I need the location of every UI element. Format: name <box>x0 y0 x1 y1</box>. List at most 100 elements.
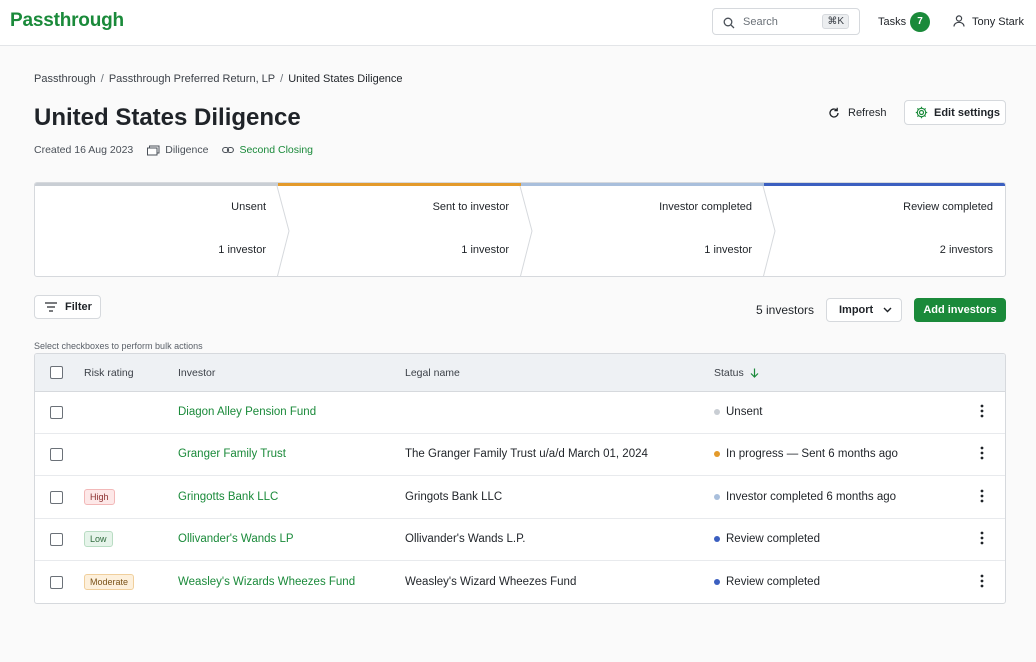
pipeline-stage-count: 1 investor <box>218 244 266 256</box>
pipeline-stage-bar <box>35 183 278 186</box>
bulk-actions-hint: Select checkboxes to perform bulk action… <box>34 341 203 351</box>
row-actions-icon[interactable] <box>980 489 984 508</box>
select-all-checkbox[interactable] <box>50 366 63 379</box>
filter-icon <box>45 302 57 312</box>
investor-link[interactable]: Ollivander's Wands LP <box>178 533 294 545</box>
status-dot <box>714 536 720 543</box>
tasks-link[interactable]: Tasks <box>878 16 906 28</box>
pipeline-divider <box>519 185 533 276</box>
add-investors-button[interactable]: Add investors <box>914 298 1006 322</box>
pipeline-stage-review-completed[interactable]: Review completed 2 investors <box>764 183 1005 276</box>
edit-settings-label: Edit settings <box>934 106 1001 119</box>
folder-icon <box>147 145 160 155</box>
column-status[interactable]: Status <box>714 367 759 379</box>
row-checkbox[interactable] <box>50 490 63 504</box>
pipeline-stage-sent[interactable]: Sent to investor 1 investor <box>278 183 521 276</box>
refresh-icon <box>829 107 839 118</box>
status-cell: Investor completed 6 months ago <box>714 491 896 503</box>
legal-name: The Granger Family Trust u/a/d March 01,… <box>405 448 648 461</box>
pipeline-stage-label: Sent to investor <box>432 201 509 213</box>
investor-link[interactable]: Granger Family Trust <box>178 448 286 460</box>
created-date: Created 16 Aug 2023 <box>34 144 134 156</box>
status-text: Unsent <box>726 406 763 418</box>
search-shortcut: ⌘K <box>822 14 849 29</box>
gear-icon <box>915 106 928 119</box>
page-title: United States Diligence <box>34 104 301 131</box>
risk-badge: Low <box>84 531 113 548</box>
sort-arrow-down-icon <box>750 368 759 378</box>
pipeline-stage-bar <box>521 183 764 186</box>
row-actions-icon[interactable] <box>980 446 984 465</box>
legal-name: Gringots Bank LLC <box>405 490 503 503</box>
column-risk-rating[interactable]: Risk rating <box>84 367 134 379</box>
import-label: Import <box>839 304 874 316</box>
page-meta: Created 16 Aug 2023 Diligence Second Clo… <box>34 144 327 156</box>
status-dot <box>714 409 720 415</box>
pipeline-stage-investor-completed[interactable]: Investor completed 1 investor <box>521 183 764 276</box>
row-actions-icon[interactable] <box>980 404 984 423</box>
app-logo[interactable]: Passthrough <box>10 10 124 32</box>
pipeline-stage-bar <box>764 183 1005 186</box>
pipeline-stage-label: Unsent <box>231 201 266 213</box>
filter-button[interactable]: Filter <box>34 295 101 319</box>
table-row[interactable]: Low Ollivander's Wands LP Ollivander's Wan… <box>35 519 1005 562</box>
filter-label: Filter <box>65 301 92 313</box>
row-actions-icon[interactable] <box>980 574 984 593</box>
pipeline-stage-label: Review completed <box>903 201 993 213</box>
status-cell: Review completed <box>714 576 820 588</box>
diligence-type: Diligence <box>147 144 208 156</box>
closing-link[interactable]: Second Closing <box>222 144 313 156</box>
investor-count: 5 investors <box>756 303 815 317</box>
breadcrumb-item-root[interactable]: Passthrough <box>34 73 96 85</box>
user-menu[interactable]: Tony Stark <box>972 16 1024 28</box>
tasks-count-badge[interactable]: 7 <box>910 12 930 32</box>
legal-name: Weasley's Wizard Wheezes Fund <box>405 575 577 588</box>
investor-link[interactable]: Diagon Alley Pension Fund <box>178 406 316 418</box>
breadcrumb-separator: / <box>280 73 284 85</box>
status-dot <box>714 451 720 458</box>
diligence-type-label: Diligence <box>165 144 209 156</box>
pipeline-stage-count: 1 investor <box>704 244 752 256</box>
risk-badge: High <box>84 488 115 505</box>
investor-link[interactable]: Weasley's Wizards Wheezes Fund <box>178 576 355 588</box>
import-dropdown[interactable]: Import <box>826 298 902 322</box>
table-row[interactable]: Diagon Alley Pension Fund Unsent <box>35 392 1005 434</box>
status-text: Review completed <box>726 575 820 588</box>
search-placeholder: Search <box>743 16 778 28</box>
row-actions-icon[interactable] <box>980 531 984 550</box>
column-investor[interactable]: Investor <box>178 367 215 379</box>
pipeline-stage-count: 2 investors <box>939 244 993 256</box>
status-text: Investor completed 6 months ago <box>726 490 897 503</box>
column-legal-name[interactable]: Legal name <box>405 367 460 379</box>
refresh-button[interactable]: Refresh <box>828 101 887 125</box>
breadcrumb-item-current: United States Diligence <box>288 73 403 85</box>
pipeline-divider <box>276 185 290 276</box>
search-icon <box>723 16 735 34</box>
status-pipeline: Unsent 1 investor Sent to investor 1 inv… <box>34 182 1006 277</box>
edit-settings-button[interactable]: Edit settings <box>904 100 1006 125</box>
search-input[interactable]: Search ⌘K <box>712 8 860 35</box>
investor-link[interactable]: Gringotts Bank LLC <box>178 491 278 503</box>
legal-name: Ollivander's Wands L.P. <box>405 533 526 546</box>
pipeline-divider <box>762 185 776 276</box>
status-cell: Review completed <box>714 533 820 545</box>
table-row[interactable]: High Gringotts Bank LLC Gringots Bank LLC I… <box>35 477 1005 519</box>
closing-link-label[interactable]: Second Closing <box>239 144 313 156</box>
row-checkbox[interactable] <box>50 533 63 547</box>
status-cell: In progress — Sent 6 months ago <box>714 448 898 460</box>
breadcrumb: Passthrough / Passthrough Preferred Return… <box>34 73 403 85</box>
row-checkbox[interactable] <box>50 448 63 462</box>
status-dot <box>714 493 720 500</box>
top-bar: Passthrough Search ⌘K Tasks 7 Tony Stark <box>0 0 1036 46</box>
row-checkbox[interactable] <box>50 406 63 419</box>
breadcrumb-item-fund[interactable]: Passthrough Preferred Return, LP <box>109 73 275 85</box>
pipeline-stage-unsent[interactable]: Unsent 1 investor <box>35 183 278 276</box>
risk-badge: Moderate <box>84 573 135 590</box>
status-text: In progress — Sent 6 months ago <box>726 448 898 461</box>
table-row[interactable]: Granger Family Trust The Granger Family T… <box>35 434 1005 477</box>
chevron-down-icon <box>883 307 892 313</box>
row-checkbox[interactable] <box>50 575 63 589</box>
pipeline-stage-label: Investor completed <box>659 201 752 213</box>
table-row[interactable]: Moderate Weasley's Wizards Wheezes Fund We… <box>35 562 1005 603</box>
column-status-label: Status <box>714 367 744 379</box>
